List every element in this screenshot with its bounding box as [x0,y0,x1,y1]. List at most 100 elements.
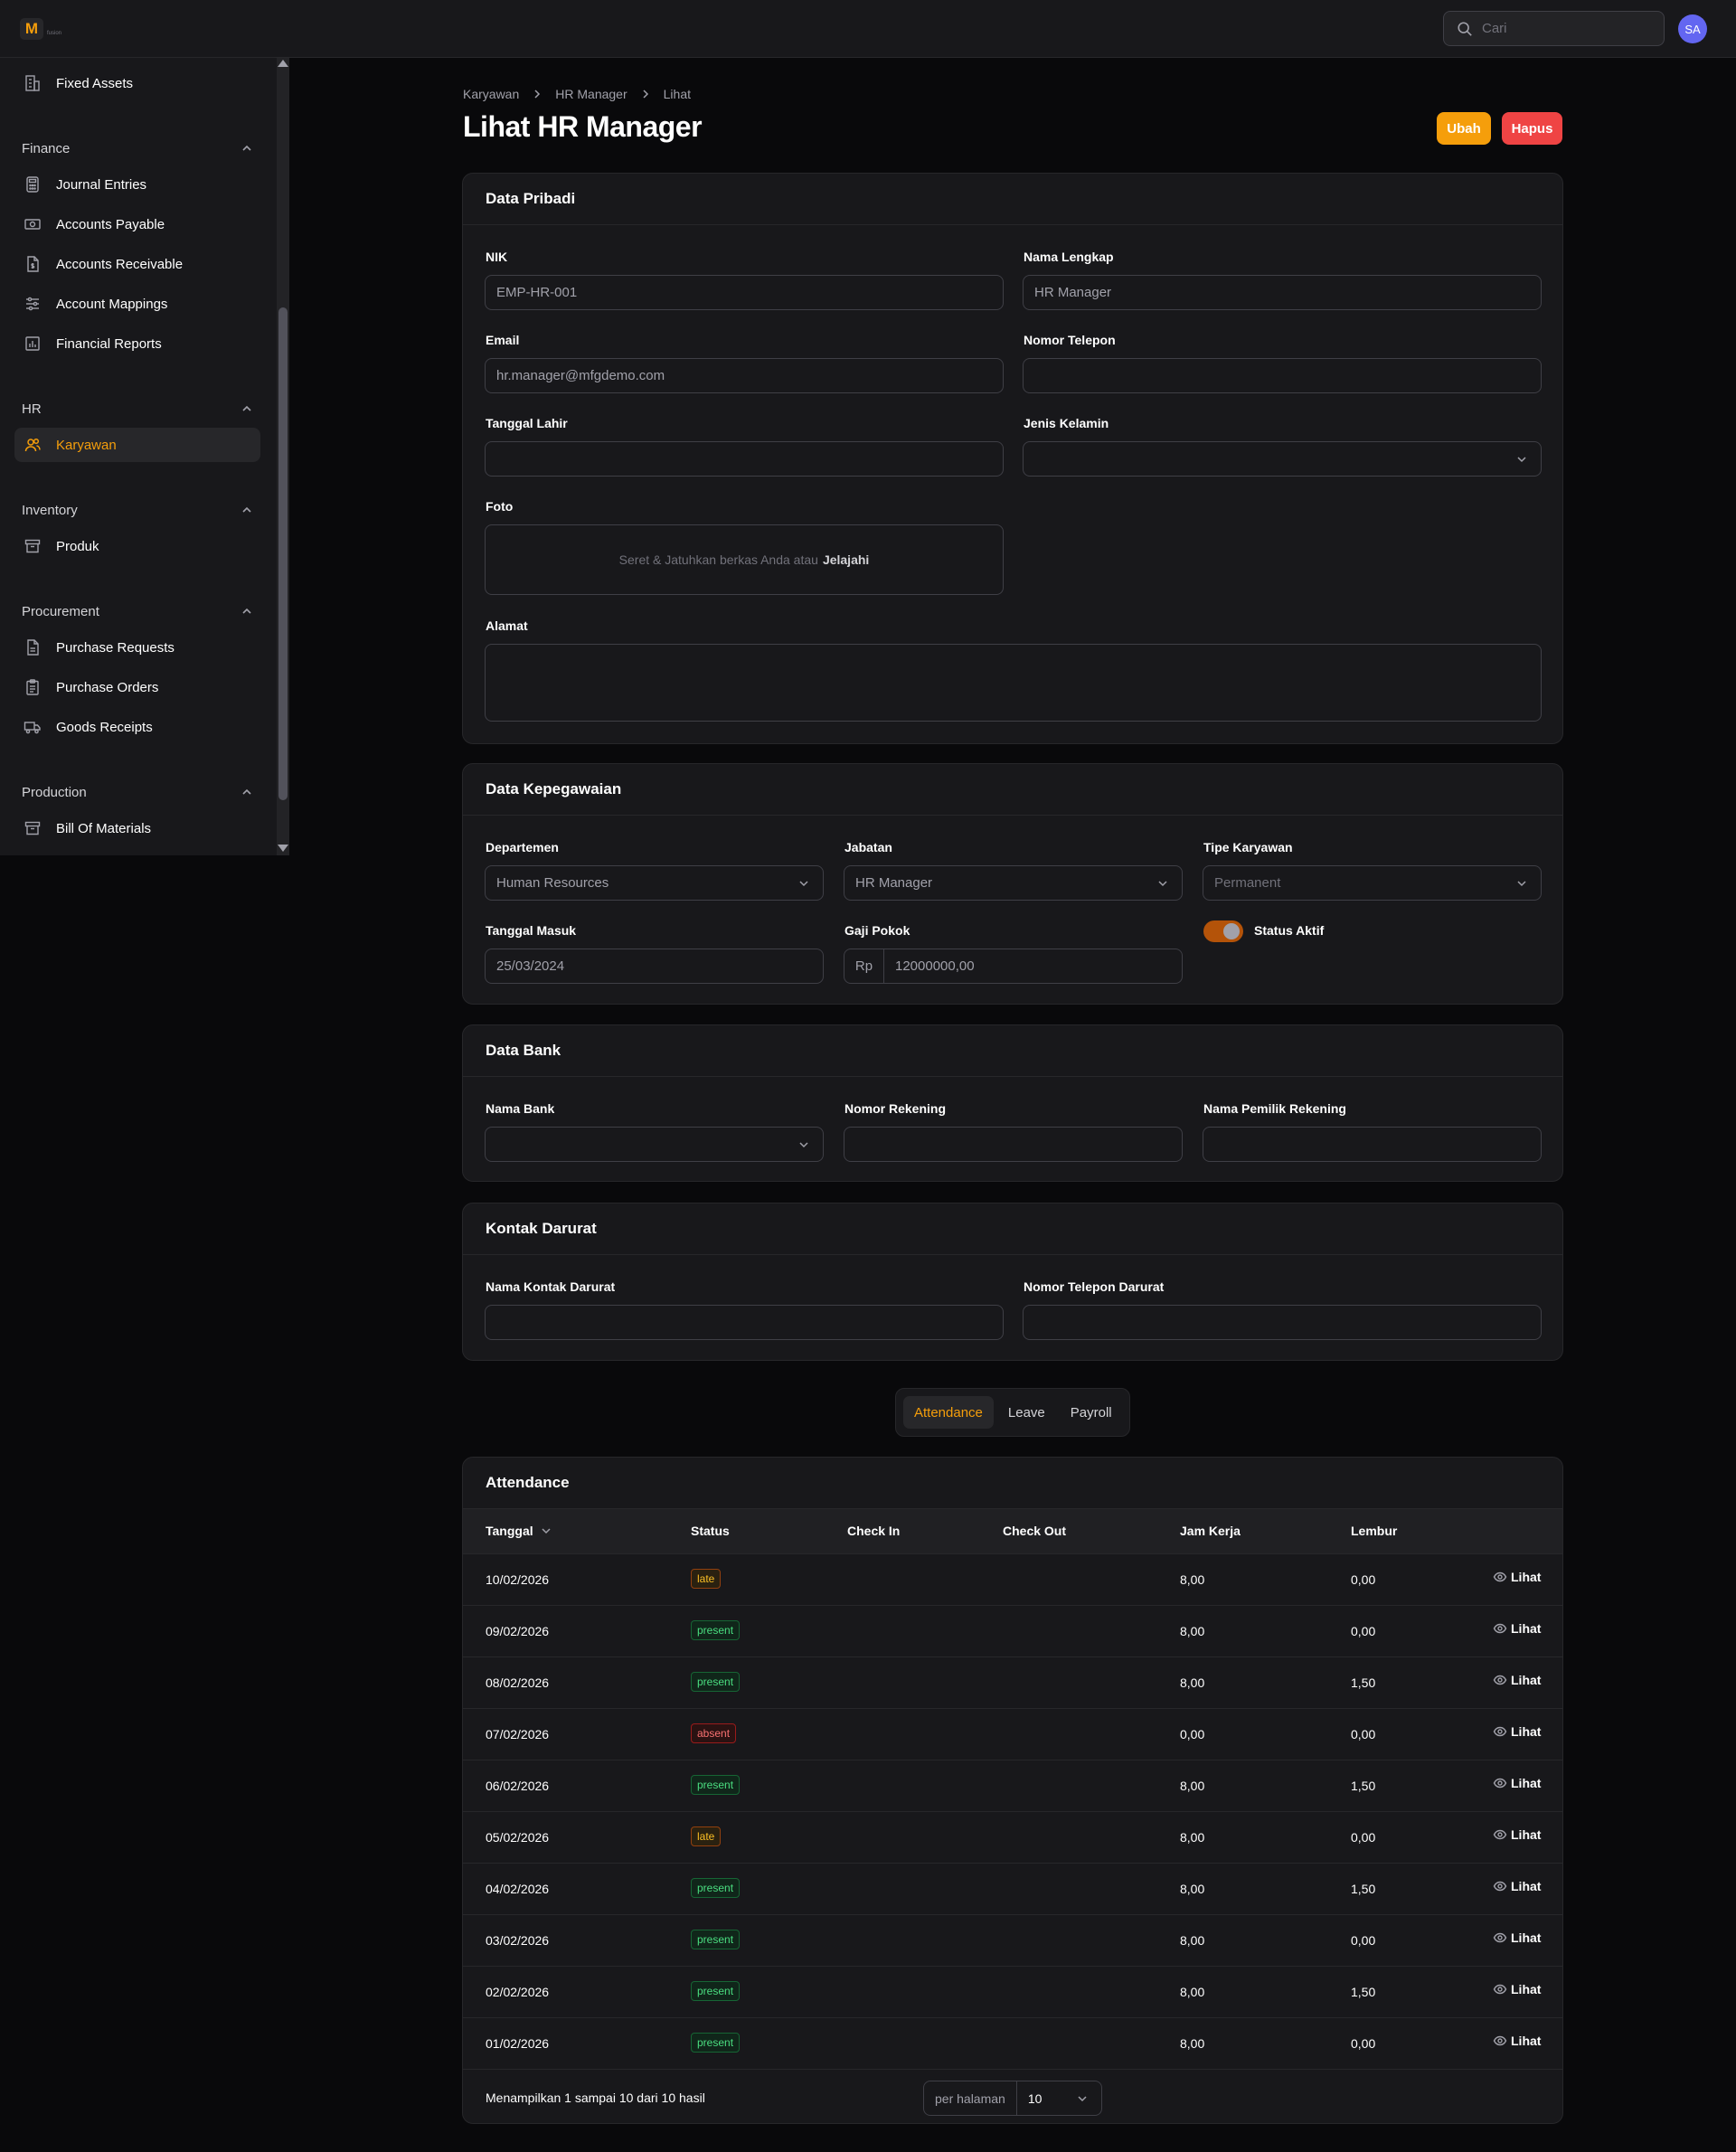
scroll-up-arrow-icon[interactable] [278,60,288,67]
sidebar-item-financial-reports[interactable]: Financial Reports [14,326,260,361]
chart-bar-icon [25,336,40,351]
sidebar-item-purchase-orders[interactable]: Purchase Orders [14,670,260,704]
top-bar: M fusion SA [0,0,1736,58]
base-salary-label: Gaji Pokok [844,923,910,938]
sidebar-scroll-thumb[interactable] [278,307,288,800]
join-date-field[interactable]: 25/03/2024 [485,949,824,984]
gender-select[interactable] [1023,441,1542,477]
cell-work-hours: 0,00 [1180,1727,1205,1741]
sidebar: Fixed Assets Finance Journal Entries Acc… [0,58,289,855]
position-select[interactable]: HR Manager [844,865,1183,901]
view-row-link[interactable]: Lihat [1493,1621,1541,1636]
column-header-date[interactable]: Tanggal [486,1524,552,1538]
edit-button[interactable]: Ubah [1437,112,1491,145]
table-row: 06/02/2026 present 8,00 1,50 Lihat [463,1760,1562,1812]
chevron-up-icon [242,788,251,795]
attendance-card: Attendance Tanggal Status Check In Check… [462,1457,1563,2124]
emergency-name-field[interactable] [485,1305,1004,1340]
email-field[interactable]: hr.manager@mfgdemo.com [485,358,1004,393]
tab-payroll[interactable]: Payroll [1060,1396,1123,1429]
view-row-link[interactable]: Lihat [1493,2034,1541,2048]
sidebar-group-hr[interactable]: HR [22,398,253,420]
sidebar-item-accounts-receivable[interactable]: Accounts Receivable [14,247,260,281]
cell-work-hours: 8,00 [1180,1933,1205,1948]
nik-field[interactable]: EMP-HR-001 [485,275,1004,310]
sidebar-item-journal-entries[interactable]: Journal Entries [14,167,260,202]
cell-date: 07/02/2026 [486,1727,550,1741]
view-label: Lihat [1511,1930,1542,1945]
view-row-link[interactable]: Lihat [1493,1982,1541,1996]
cell-date: 05/02/2026 [486,1830,550,1845]
cell-date: 08/02/2026 [486,1675,550,1690]
browse-link[interactable]: Jelajahi [823,552,869,567]
photo-dropzone[interactable]: Seret & Jatuhkan berkas Anda atau Jelaja… [485,524,1004,595]
eye-icon [1493,1829,1507,1840]
employment-data-card: Data Kepegawaian Departemen Human Resour… [462,763,1563,1005]
view-row-link[interactable]: Lihat [1493,1724,1541,1739]
sidebar-item-karyawan[interactable]: Karyawan [14,428,260,462]
department-select[interactable]: Human Resources [485,865,824,901]
phone-field[interactable] [1023,358,1542,393]
photo-label: Foto [486,499,514,514]
view-row-link[interactable]: Lihat [1493,1879,1541,1893]
bank-name-select[interactable] [485,1127,824,1162]
address-textarea[interactable] [485,644,1542,722]
scroll-down-arrow-icon[interactable] [278,845,288,852]
sidebar-group-procurement[interactable]: Procurement [22,600,253,622]
employee-type-select[interactable]: Permanent [1203,865,1542,901]
sidebar-item-fixed-assets[interactable]: Fixed Assets [14,66,260,100]
emergency-phone-field[interactable] [1023,1305,1542,1340]
chevron-right-icon [534,90,541,99]
status-badge: present [691,1930,741,1949]
join-date-label: Tanggal Masuk [486,923,577,938]
cell-overtime: 1,50 [1351,1779,1376,1793]
sidebar-item-produk[interactable]: Produk [14,529,260,563]
tab-leave[interactable]: Leave [997,1396,1056,1429]
sidebar-item-account-mappings[interactable]: Account Mappings [14,287,260,321]
breadcrumb-item[interactable]: Karyawan [463,87,519,101]
sidebar-group-inventory[interactable]: Inventory [22,499,253,521]
cell-overtime: 0,00 [1351,2036,1376,2051]
logo-subtext: fusion [47,31,62,36]
user-avatar[interactable]: SA [1678,14,1707,43]
per-page-select[interactable]: per halaman 10 [923,2081,1102,2116]
sidebar-item-bill-of-materials[interactable]: Bill Of Materials [14,811,260,845]
delete-button[interactable]: Hapus [1502,112,1562,145]
active-status-toggle[interactable] [1203,920,1243,942]
view-row-link[interactable]: Lihat [1493,1673,1541,1687]
cell-overtime: 1,50 [1351,1882,1376,1896]
global-search[interactable] [1443,11,1665,46]
cell-work-hours: 8,00 [1180,1882,1205,1896]
account-number-field[interactable] [844,1127,1183,1162]
emergency-name-label: Nama Kontak Darurat [486,1279,616,1294]
sidebar-item-goods-receipts[interactable]: Goods Receipts [14,710,260,744]
breadcrumb-item[interactable]: HR Manager [555,87,627,101]
building-icon [25,75,40,91]
sidebar-group-finance[interactable]: Finance [22,137,253,159]
view-row-link[interactable]: Lihat [1493,1570,1541,1584]
eye-icon [1493,1932,1507,1943]
view-label: Lihat [1511,1879,1542,1893]
cell-work-hours: 8,00 [1180,1779,1205,1793]
birth-date-field[interactable] [485,441,1004,477]
chevron-down-icon [799,1141,808,1147]
view-row-link[interactable]: Lihat [1493,1776,1541,1790]
search-input[interactable] [1482,21,1645,36]
tab-attendance[interactable]: Attendance [903,1396,994,1429]
cell-overtime: 0,00 [1351,1624,1376,1638]
account-owner-field[interactable] [1203,1127,1542,1162]
sidebar-group-production[interactable]: Production [22,781,253,803]
full-name-field[interactable]: HR Manager [1023,275,1542,310]
view-row-link[interactable]: Lihat [1493,1930,1541,1945]
sidebar-item-accounts-payable[interactable]: Accounts Payable [14,207,260,241]
per-page-label: per halaman [924,2081,1017,2115]
chevron-down-icon [799,880,808,886]
sidebar-group-label: Production [22,784,87,800]
per-page-value: 10 [1027,2091,1043,2106]
sidebar-item-purchase-requests[interactable]: Purchase Requests [14,630,260,665]
base-salary-field[interactable]: Rp 12000000,00 [844,949,1183,984]
department-value: Human Resources [496,875,609,891]
view-label: Lihat [1511,2034,1542,2048]
app-logo[interactable]: M fusion [20,18,61,40]
view-row-link[interactable]: Lihat [1493,1827,1541,1842]
